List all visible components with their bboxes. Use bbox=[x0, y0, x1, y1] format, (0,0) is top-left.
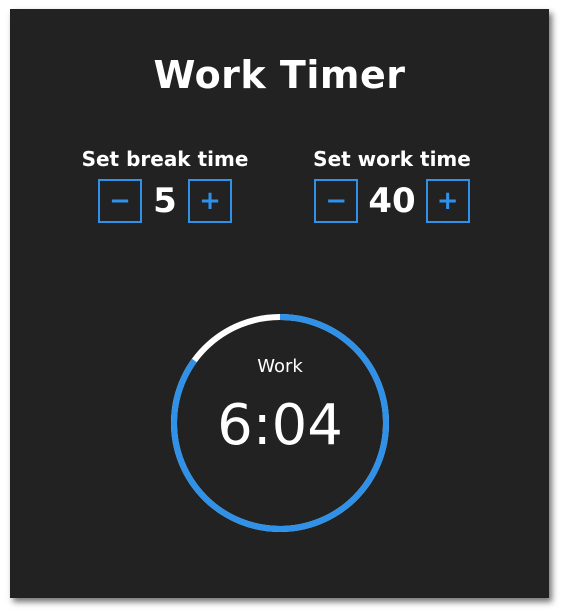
work-increment-button[interactable]: + bbox=[425, 179, 470, 223]
timer-card: Work Timer Set break time − 5 + Set work… bbox=[10, 9, 549, 598]
break-increment-button[interactable]: + bbox=[188, 179, 232, 223]
work-time-value: 40 bbox=[368, 181, 416, 221]
timer-display: 6:04 bbox=[217, 393, 343, 458]
timer-mode-label: Work bbox=[257, 356, 303, 377]
break-time-setter: Set break time − 5 + bbox=[55, 147, 275, 223]
break-time-value: 5 bbox=[153, 181, 177, 221]
page-title: Work Timer bbox=[153, 53, 406, 97]
work-time-controls: − 40 + bbox=[282, 179, 502, 223]
work-time-label: Set work time bbox=[313, 147, 471, 171]
break-time-controls: − 5 + bbox=[55, 179, 275, 223]
break-decrement-button[interactable]: − bbox=[98, 179, 142, 223]
work-time-setter: Set work time − 40 + bbox=[282, 147, 502, 223]
work-decrement-button[interactable]: − bbox=[314, 179, 359, 223]
break-time-label: Set break time bbox=[81, 147, 249, 171]
countdown-timer[interactable]: Work 6:04 bbox=[170, 313, 390, 533]
